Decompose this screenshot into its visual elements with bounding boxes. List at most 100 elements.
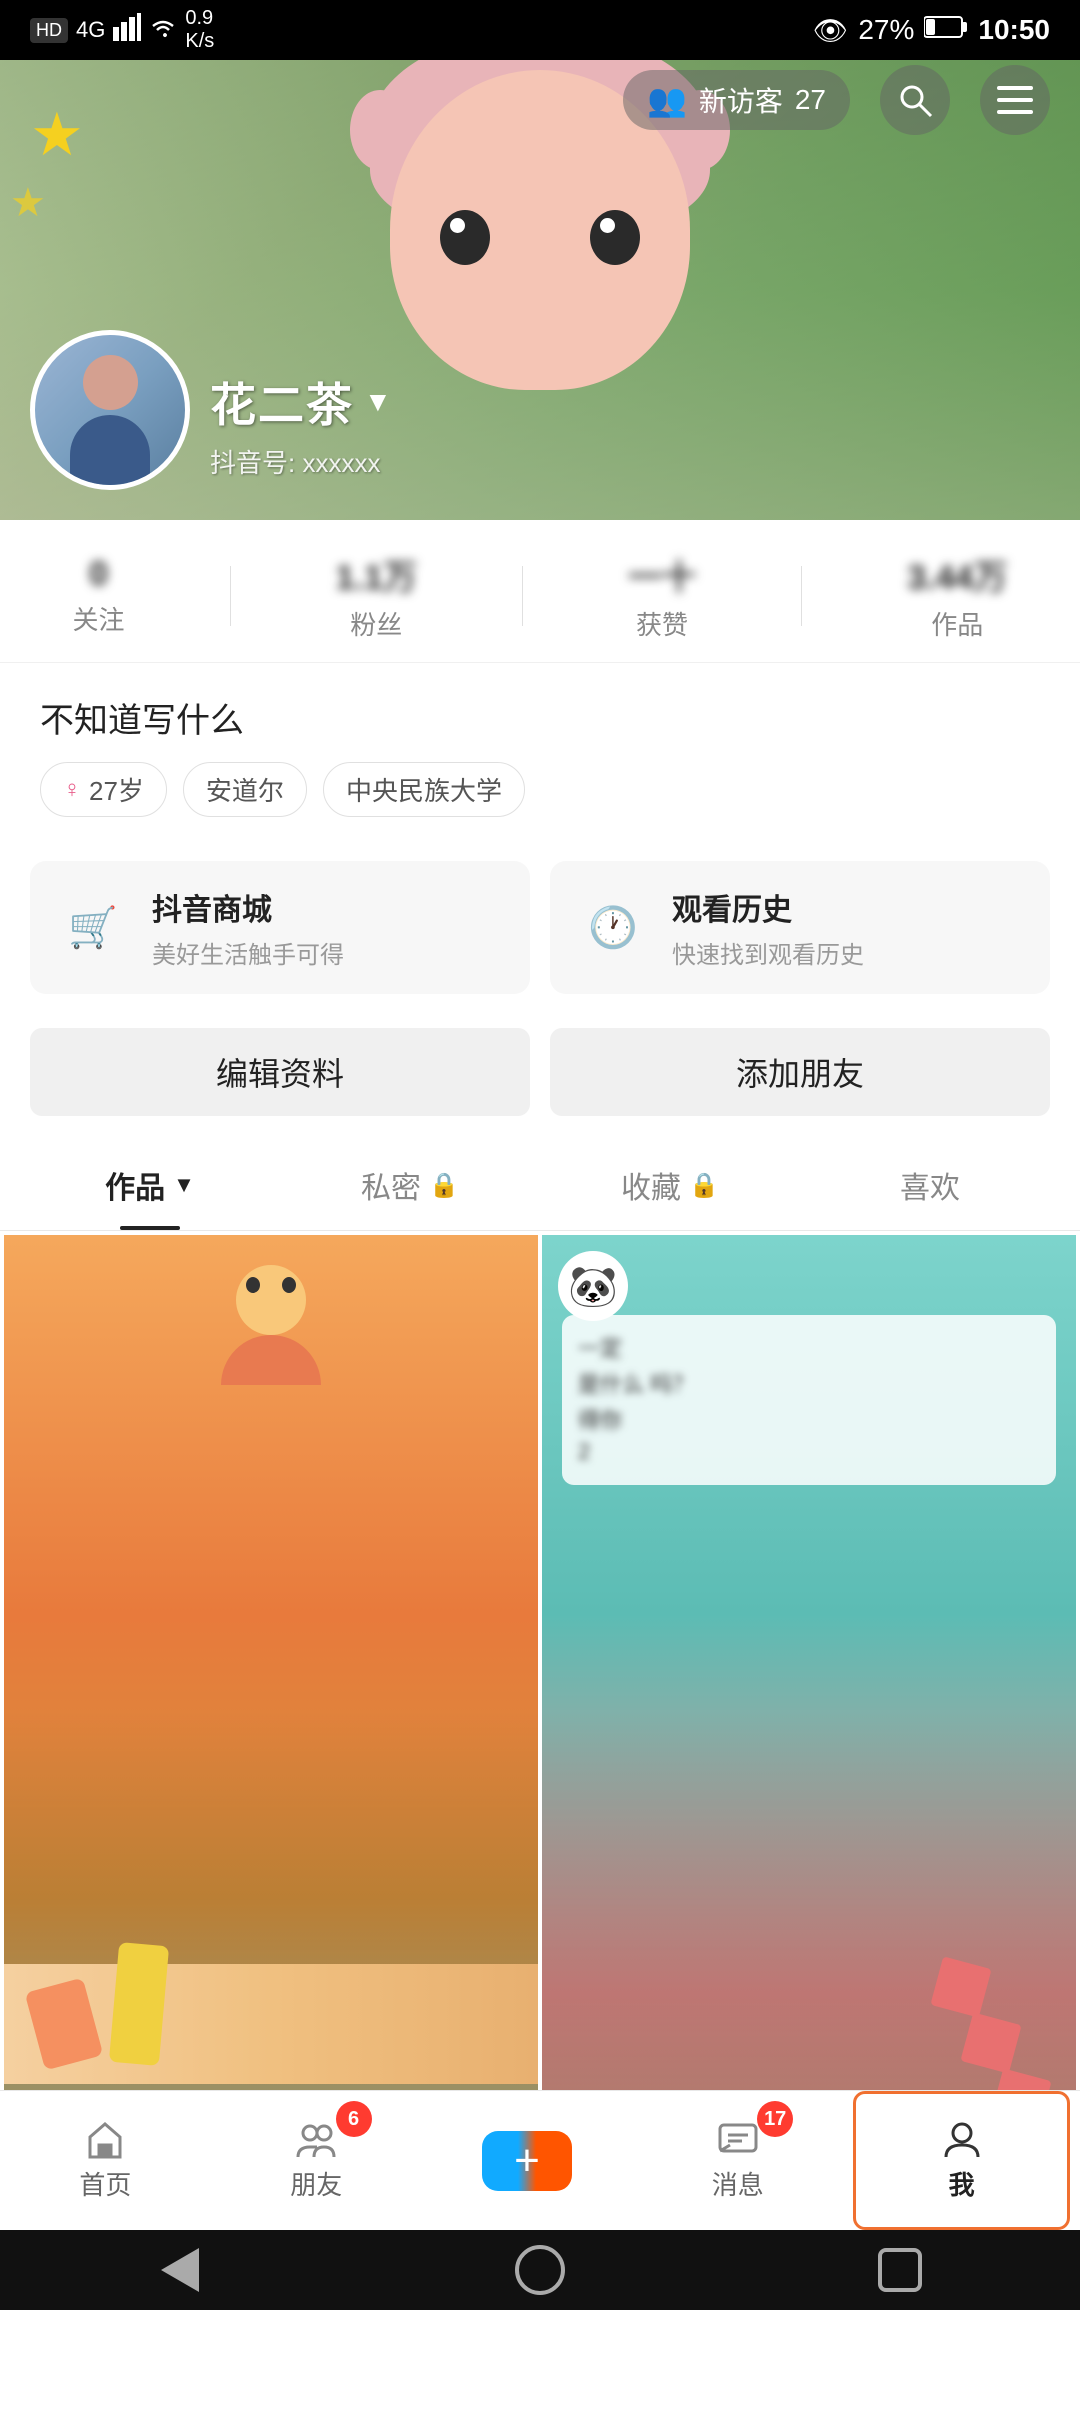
bottom-nav: 首页 6 朋友 + 17 消息 我 (0, 2090, 1080, 2230)
plus-icon: + (514, 2136, 540, 2186)
gender-icon: ♀ (63, 776, 81, 804)
profile-icon (942, 2119, 982, 2159)
tag-school-label: 中央民族大学 (346, 771, 502, 808)
tab-private-label: 私密 (361, 1163, 421, 1207)
stat-followers[interactable]: 1.1万 粉丝 (336, 550, 417, 642)
visitor-icon: 👥 (647, 81, 687, 119)
username-text: 花二茶 (210, 369, 354, 435)
nav-messages-label: 消息 (712, 2165, 764, 2202)
chat-overlay: 一定 是什么 吗？ 得你 2 (562, 1315, 1056, 1485)
nav-friends[interactable]: 6 朋友 (211, 2091, 422, 2230)
tab-private[interactable]: 私密 🔒 (280, 1140, 540, 1230)
profile-buttons: 编辑资料 添加朋友 (0, 1018, 1080, 1140)
user-id: 抖音号: xxxxxx (210, 443, 392, 480)
username-dropdown-arrow[interactable]: ▼ (364, 386, 392, 418)
visitor-label: 新访客 (699, 80, 783, 120)
nav-home[interactable]: 首页 (0, 2091, 211, 2230)
history-card[interactable]: 🕐 观看历史 快速找到观看历史 (550, 861, 1050, 994)
bio-section: 不知道写什么 ♀ 27岁 安道尔 中央民族大学 (0, 663, 1080, 837)
tag-school[interactable]: 中央民族大学 (323, 762, 525, 817)
hd-badge: HD (30, 18, 68, 43)
menu-button[interactable] (980, 65, 1050, 135)
stat-following[interactable]: 0 关注 (73, 555, 125, 637)
edit-profile-button[interactable]: 编辑资料 (30, 1028, 530, 1116)
tab-private-lock: 🔒 (429, 1171, 459, 1200)
video-thumb-normal[interactable]: 🐼 一定 是什么 吗？ 得你 2 ▶ 1万+ (542, 1235, 1076, 2184)
nav-profile-label: 我 (949, 2165, 975, 2202)
shop-icon: 🛒 (58, 893, 128, 963)
stat-likes[interactable]: 一十 获赞 (628, 550, 696, 642)
recent-icon (878, 2248, 922, 2292)
history-icon: 🕐 (578, 893, 648, 963)
stat-works-label: 作品 (931, 605, 983, 642)
tags-row: ♀ 27岁 安道尔 中央民族大学 (40, 762, 1040, 817)
tab-favorites-lock: 🔒 (689, 1171, 719, 1200)
tab-works-arrow: ▼ (173, 1172, 195, 1198)
tab-likes-label: 喜欢 (900, 1163, 960, 1207)
nav-create[interactable]: + (422, 2091, 633, 2230)
home-icon (85, 2119, 125, 2159)
stat-likes-number: 一十 (628, 550, 696, 599)
visitor-badge[interactable]: 👥 新访客 27 (623, 70, 850, 130)
stats-row: 0 关注 1.1万 粉丝 一十 获赞 3.44万 作品 (0, 520, 1080, 663)
nav-home-label: 首页 (79, 2165, 131, 2202)
friends-badge: 6 (336, 2101, 372, 2137)
avatar-person (60, 355, 160, 485)
messages-badge: 17 (757, 2101, 793, 2137)
stat-works[interactable]: 3.44万 作品 (907, 550, 1007, 642)
tab-favorites[interactable]: 收藏 🔒 (540, 1140, 800, 1230)
stat-following-label: 关注 (73, 600, 125, 637)
video-thumb-draft[interactable]: 草稿 2 (4, 1235, 538, 2184)
signal-4g: 4G (76, 17, 105, 43)
tag-location-label: 安道尔 (206, 771, 284, 808)
stat-followers-number: 1.1万 (336, 550, 417, 599)
bio-text: 不知道写什么 (40, 693, 1040, 742)
stat-divider-3 (801, 566, 802, 626)
stat-divider-2 (522, 566, 523, 626)
tag-location[interactable]: 安道尔 (183, 762, 307, 817)
stat-likes-label: 获赞 (636, 605, 688, 642)
signal-bars (113, 13, 141, 48)
visitor-count: 27 (795, 84, 826, 116)
char-eyes (440, 210, 640, 265)
username-row: 花二茶 ▼ (210, 369, 392, 435)
chat-line-4: 2 (578, 1439, 1040, 1465)
shop-card-text: 抖音商城 美好生活触手可得 (152, 885, 344, 970)
battery-icon (924, 14, 968, 46)
nav-profile[interactable]: 我 (853, 2091, 1070, 2230)
search-button[interactable] (880, 65, 950, 135)
status-right: 👁 27% 10:50 (813, 14, 1050, 47)
home-button[interactable] (510, 2240, 570, 2300)
shop-card[interactable]: 🛒 抖音商城 美好生活触手可得 (30, 861, 530, 994)
shop-subtitle: 美好生活触手可得 (152, 935, 344, 970)
thumb-panda-avatar: 🐼 (558, 1251, 628, 1321)
tab-works-label: 作品 (105, 1163, 165, 1207)
eye-icon: 👁 (813, 14, 849, 47)
action-cards: 🛒 抖音商城 美好生活触手可得 🕐 观看历史 快速找到观看历史 (0, 837, 1080, 1018)
hero-nav: 👥 新访客 27 (0, 60, 1080, 140)
chat-line-3: 得你 (578, 1403, 1040, 1435)
nav-messages[interactable]: 17 消息 (632, 2091, 843, 2230)
add-friend-button[interactable]: 添加朋友 (550, 1028, 1050, 1116)
shop-title: 抖音商城 (152, 885, 344, 929)
avatar[interactable] (30, 330, 190, 490)
tab-likes[interactable]: 喜欢 (800, 1140, 1060, 1230)
history-title: 观看历史 (672, 885, 864, 929)
tab-works[interactable]: 作品 ▼ (20, 1140, 280, 1230)
thumb-ground (4, 1964, 538, 2084)
video-grid: 草稿 2 🐼 一定 是什么 吗？ 得你 2 ▶ 1万+ (0, 1231, 1080, 2188)
create-button[interactable]: + (482, 2131, 572, 2191)
history-card-text: 观看历史 快速找到观看历史 (672, 885, 864, 970)
stat-following-number: 0 (89, 555, 108, 594)
stat-followers-label: 粉丝 (350, 605, 402, 642)
chat-line-1: 一定 (578, 1331, 1040, 1363)
history-subtitle: 快速找到观看历史 (672, 935, 864, 970)
chat-line-2: 是什么 吗？ (578, 1367, 1040, 1399)
friends-icon (296, 2119, 336, 2159)
recent-button[interactable] (870, 2240, 930, 2300)
messages-icon (718, 2119, 758, 2159)
status-left: HD 4G 0.9K/s (30, 7, 214, 53)
nav-friends-label: 朋友 (290, 2165, 342, 2202)
tag-age[interactable]: ♀ 27岁 (40, 762, 167, 817)
back-button[interactable] (150, 2240, 210, 2300)
